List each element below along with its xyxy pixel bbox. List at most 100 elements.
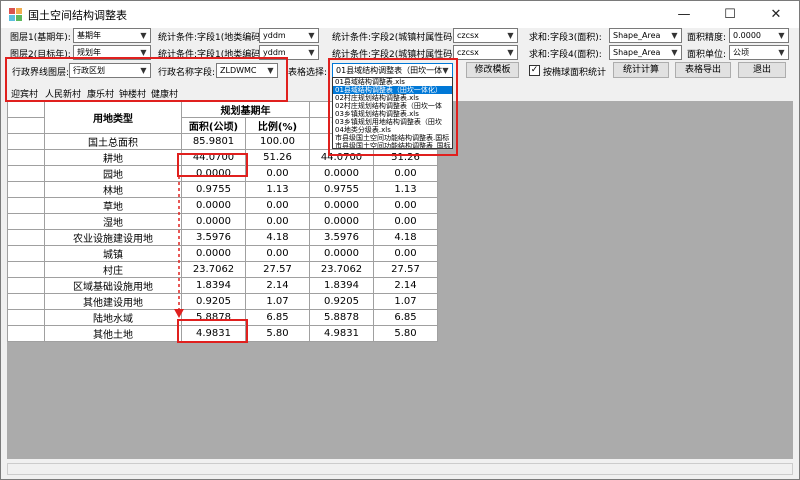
layer1-select[interactable]: 基期年 ▼ [73, 28, 151, 43]
precision-select[interactable]: 0.0000 ▼ [729, 28, 789, 43]
table-row: 园地 0.0000 0.00 0.0000 0.00 [7, 165, 438, 182]
value-cell: 1.8394 [309, 277, 374, 294]
dropdown-option[interactable]: 市县级国土空间功能结构调整表_国标（田坎一体 [333, 142, 452, 148]
table-row: 村庄 23.7062 27.57 23.7062 27.57 [7, 261, 438, 278]
value-cell: 0.0000 [309, 197, 374, 214]
admin-field-label: 行政名称字段: [158, 68, 216, 78]
cond2-select-row1[interactable]: czcsx ▼ [453, 28, 518, 43]
value-cell: 2.14 [245, 277, 310, 294]
row-header-cell [7, 229, 45, 246]
dropdown-option[interactable]: 03乡镇规划用地结构调整表（田坎 [333, 118, 452, 126]
value-cell: 27.57 [373, 261, 438, 278]
value-cell: 6.85 [373, 309, 438, 326]
sum4-label: 求和:字段4(面积): [529, 50, 602, 60]
dropdown-option[interactable]: 市县级国土空间功能结构调整表.国标 [333, 134, 452, 142]
admin-layer-select[interactable]: 行政区划 ▼ [69, 63, 151, 78]
chevron-down-icon: ▼ [308, 31, 315, 40]
admin-layer-label: 行政界线图层: [12, 68, 70, 78]
row-header-cell [7, 133, 45, 150]
sum4-value: Shape_Area [613, 48, 661, 57]
dropdown-option[interactable]: 03乡镇规划结构调整表.xls [333, 110, 452, 118]
app-icon [9, 8, 22, 21]
unit-select[interactable]: 公顷 ▼ [729, 45, 789, 60]
table-row: 城镇 0.0000 0.00 0.0000 0.00 [7, 245, 438, 262]
table-row: 区域基础设施用地 1.8394 2.14 1.8394 2.14 [7, 277, 438, 294]
table-select[interactable]: 01县域结构调整表（田坎一体 ▼ [332, 63, 453, 78]
layer2-select[interactable]: 规划年 ▼ [73, 45, 151, 60]
dropdown-option[interactable]: 04地类分级表.xls [333, 126, 452, 134]
cond2-label-row1: 统计条件:字段2(城镇村属性码): [332, 33, 459, 43]
value-cell: 0.00 [373, 245, 438, 262]
row-header-cell [7, 261, 45, 278]
close-button[interactable]: ✕ [753, 1, 799, 28]
window-title: 国土空间结构调整表 [28, 9, 127, 22]
value-cell: 4.18 [373, 229, 438, 246]
minimize-button[interactable]: — [661, 1, 707, 28]
tab-village-3[interactable]: 钟楼村 [119, 87, 146, 100]
chevron-down-icon: ▼ [140, 66, 147, 75]
value-cell: 5.8878 [181, 309, 246, 326]
cond1-value-row2: yddm [263, 48, 286, 57]
value-cell: 44.0700 [309, 149, 374, 166]
value-cell: 0.00 [373, 165, 438, 182]
table-grid: 用地类型 规划基期年 面积(公顷) 比例(%) 面积 国土总面积85.98011… [7, 101, 793, 459]
tab-village-0[interactable]: 迎宾村 [11, 87, 38, 100]
value-cell: 0.0000 [181, 213, 246, 230]
modify-template-button[interactable]: 修改模板 [466, 62, 519, 78]
chevron-down-icon: ▼ [442, 66, 449, 75]
dropdown-option[interactable]: 01县域结构调整表（田坎一体化） [333, 86, 452, 94]
value-cell: 1.13 [373, 181, 438, 198]
col-header-land-type: 用地类型 [44, 101, 182, 134]
cond1-select-row2[interactable]: yddm ▼ [259, 45, 319, 60]
row-header-cell [7, 309, 45, 326]
chevron-down-icon: ▼ [267, 66, 274, 75]
admin-field-value: ZLDWMC [220, 66, 257, 75]
value-cell: 2.14 [373, 277, 438, 294]
value-cell: 5.8878 [309, 309, 374, 326]
value-cell: 0.00 [373, 213, 438, 230]
chevron-down-icon: ▼ [507, 48, 514, 57]
value-cell: 23.7062 [309, 261, 374, 278]
chevron-down-icon: ▼ [778, 48, 785, 57]
table-select-label: 表格选择: [288, 68, 328, 78]
table-row: 林地 0.9755 1.13 0.9755 1.13 [7, 181, 438, 198]
export-button[interactable]: 表格导出 [675, 62, 731, 78]
layer2-label: 图层2(目标年): [10, 50, 71, 60]
tab-village-1[interactable]: 人民新村 [45, 87, 81, 100]
precision-value: 0.0000 [733, 31, 761, 40]
cond2-select-row2[interactable]: czcsx ▼ [453, 45, 518, 60]
admin-field-select[interactable]: ZLDWMC ▼ [216, 63, 278, 78]
cond2-value-row1: czcsx [457, 31, 479, 40]
cond1-select-row1[interactable]: yddm ▼ [259, 28, 319, 43]
value-cell: 0.0000 [309, 213, 374, 230]
table-row: 其他建设用地 0.9205 1.07 0.9205 1.07 [7, 293, 438, 310]
value-cell: 3.5976 [181, 229, 246, 246]
dropdown-option[interactable]: 02村庄规划结构调整表.xls [333, 94, 452, 102]
maximize-button[interactable]: ☐ [707, 1, 753, 28]
sum3-select[interactable]: Shape_Area ▼ [609, 28, 682, 43]
land-type-cell: 城镇 [44, 245, 182, 262]
value-cell: 1.07 [245, 293, 310, 310]
value-cell: 44.0700 [181, 149, 246, 166]
calc-button[interactable]: 统计计算 [613, 62, 669, 78]
row-header-cell [7, 213, 45, 230]
value-cell: 0.0000 [181, 165, 246, 182]
land-type-cell: 国土总面积 [44, 133, 182, 150]
value-cell: 27.57 [245, 261, 310, 278]
col-ratio: 比例(%) [245, 117, 310, 134]
chevron-down-icon: ▼ [671, 31, 678, 40]
value-cell: 85.9801 [181, 133, 246, 150]
tab-village-4[interactable]: 健康村 [151, 87, 178, 100]
chevron-down-icon: ▼ [507, 31, 514, 40]
tab-village-2[interactable]: 康乐村 [87, 87, 114, 100]
title-bar: 国土空间结构调整表 — ☐ ✕ [1, 1, 799, 28]
dropdown-option[interactable]: 02村庄规划结构调整表（田坎一体 [333, 102, 452, 110]
value-cell: 0.9755 [309, 181, 374, 198]
value-cell: 0.0000 [181, 245, 246, 262]
sum4-select[interactable]: Shape_Area ▼ [609, 45, 682, 60]
ellipsoid-checkbox[interactable]: ✓ [529, 65, 540, 76]
exit-button[interactable]: 退出 [738, 62, 786, 78]
land-type-cell: 其他土地 [44, 325, 182, 342]
dropdown-option[interactable]: 01县域结构调整表.xls [333, 78, 452, 86]
table-select-dropdown[interactable]: 01县域结构调整表.xls 01县域结构调整表（田坎一体化） 02村庄规划结构调整表… [332, 77, 453, 149]
